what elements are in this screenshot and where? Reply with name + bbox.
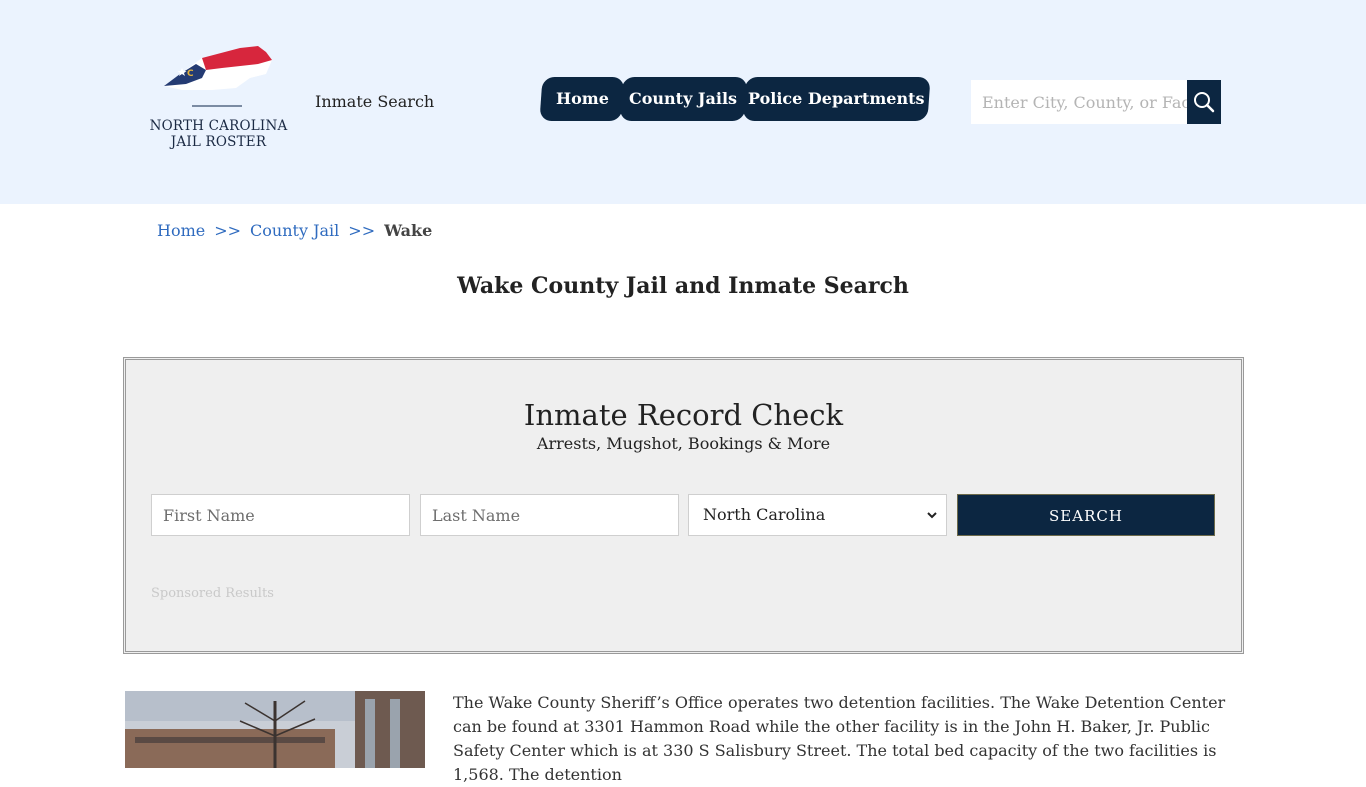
nav-county-jails[interactable]: County Jails [619,77,748,121]
facility-description: The Wake County Sheriff’s Office operate… [453,693,1226,784]
nav-home-label: Home [555,89,609,108]
breadcrumb-county-jail[interactable]: County Jail [250,221,339,240]
sponsored-results-label: Sponsored Results [151,586,274,601]
site-logo[interactable]: C NORTH CAROLINA JAIL ROSTER [146,44,291,154]
search-icon [1194,92,1215,113]
last-name-input[interactable] [420,494,679,536]
facility-photo [125,691,425,768]
nav-police-departments-label: Police Departments [748,89,925,108]
inmate-record-check-panel: Inmate Record Check Arrests, Mugshot, Bo… [123,357,1244,654]
nav-police-departments[interactable]: Police Departments [742,77,931,121]
site-search [971,80,1221,124]
state-select-value: North Carolina [703,505,826,524]
nav-county-jails-label: County Jails [629,89,738,108]
breadcrumb: Home >> County Jail >> Wake [157,221,432,240]
site-search-button[interactable] [1187,80,1221,124]
logo-line1: NORTH CAROLINA [149,118,288,134]
record-search-button[interactable]: SEARCH [957,494,1215,536]
wake-detention-center-photo [125,691,425,768]
record-check-subtitle: Arrests, Mugshot, Bookings & More [536,434,831,453]
breadcrumb-home[interactable]: Home [157,221,205,240]
breadcrumb-current: Wake [384,221,433,240]
first-name-input[interactable] [151,494,410,536]
state-select[interactable]: North Carolina [688,494,947,536]
page-title: Wake County Jail and Inmate Search [457,273,909,299]
site-search-input[interactable] [971,80,1187,124]
record-check-title: Inmate Record Check [523,398,844,432]
chevron-down-icon [927,512,937,519]
site-header: C NORTH CAROLINA JAIL ROSTER Inmate Sear… [0,0,1366,204]
svg-text:C: C [187,69,194,79]
nav-home[interactable]: Home [539,77,625,121]
logo-line2: JAIL ROSTER [170,134,267,150]
logo-divider [192,105,242,107]
breadcrumb-separator: >> [348,221,376,240]
inmate-search-link[interactable]: Inmate Search [315,92,434,111]
breadcrumb-separator: >> [214,221,242,240]
nc-state-flag-icon: C [164,46,272,90]
